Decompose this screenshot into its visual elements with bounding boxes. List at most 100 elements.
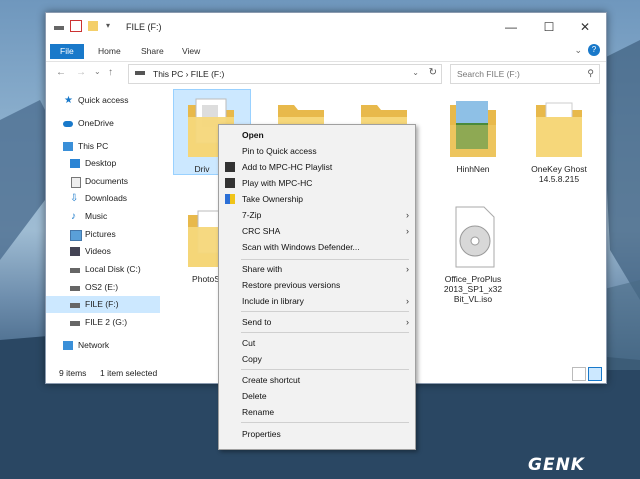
- context-menu: Open Pin to Quick access Add to MPC-HC P…: [218, 124, 416, 450]
- item-count: 9 items: [59, 368, 87, 378]
- ribbon-expand-icon[interactable]: ⌄: [574, 45, 582, 56]
- menu-item-play-mpc[interactable]: Play with MPC-HC: [219, 175, 415, 191]
- nav-item-onedrive[interactable]: OneDrive: [46, 115, 160, 132]
- help-icon[interactable]: ?: [588, 44, 600, 56]
- menu-item-7zip[interactable]: 7-Zip ›: [219, 207, 415, 223]
- folder-icon: [536, 102, 582, 157]
- nav-item-local-disk-c[interactable]: Local Disk (C:): [46, 261, 160, 278]
- menu-item-open[interactable]: Open: [219, 127, 415, 143]
- star-icon: ★: [64, 95, 73, 106]
- menu-item-include-library[interactable]: Include in library ›: [219, 293, 415, 309]
- menu-item-restore-versions[interactable]: Restore previous versions: [219, 277, 415, 293]
- documents-icon: [71, 177, 81, 188]
- search-input[interactable]: Search FILE (F:): [457, 69, 520, 79]
- nav-item-this-pc[interactable]: This PC: [46, 138, 160, 155]
- folder-item[interactable]: OneKey Ghost 14.5.8.215: [517, 95, 601, 184]
- search-box[interactable]: Search FILE (F:) ⚲: [450, 64, 600, 84]
- menu-separator: [241, 332, 409, 333]
- file-label: HinhNen: [456, 164, 490, 174]
- iso-file-item[interactable]: Office_ProPlus 2013_SP1_x32 Bit_VL.iso: [431, 205, 515, 304]
- folder-item[interactable]: HinhNen: [431, 95, 515, 174]
- menu-separator: [241, 259, 409, 260]
- tab-file[interactable]: File: [50, 44, 84, 59]
- address-dropdown-icon[interactable]: ⌄: [412, 68, 419, 77]
- up-arrow-icon[interactable]: ↑: [108, 67, 113, 78]
- drive-icon: [70, 303, 80, 308]
- nav-item-quick-access[interactable]: ★ Quick access: [46, 92, 160, 109]
- nav-item-videos[interactable]: Videos: [46, 243, 160, 260]
- nav-item-downloads[interactable]: ⇩ Downloads: [46, 190, 160, 207]
- recent-chevron-icon[interactable]: ⌄: [94, 67, 101, 76]
- drive-icon: [70, 268, 80, 273]
- properties-icon[interactable]: [70, 20, 82, 32]
- nav-item-os2-e[interactable]: OS2 (E:): [46, 279, 160, 296]
- nav-item-label: Desktop: [85, 158, 117, 168]
- close-button[interactable]: ✕: [570, 17, 600, 37]
- nav-item-label: Videos: [85, 246, 111, 256]
- details-view-icon[interactable]: [572, 367, 586, 381]
- menu-item-pin-quick-access[interactable]: Pin to Quick access: [219, 143, 415, 159]
- title-bar: ▾ FILE (F:) — ☐ ✕: [46, 13, 606, 41]
- nav-item-network[interactable]: Network: [46, 337, 160, 354]
- menu-item-share-with[interactable]: Share with ›: [219, 261, 415, 277]
- tab-home[interactable]: Home: [88, 44, 131, 59]
- minimize-button[interactable]: —: [496, 17, 526, 37]
- drive-icon[interactable]: [54, 26, 64, 30]
- large-icons-view-icon[interactable]: [588, 367, 602, 381]
- menu-item-add-mpc-playlist[interactable]: Add to MPC-HC Playlist: [219, 159, 415, 175]
- quick-access-toolbar: ▾: [54, 20, 112, 32]
- nav-item-label: Pictures: [85, 229, 116, 239]
- ribbon-tabs: File Home Share View ⌄ ?: [46, 41, 606, 62]
- menu-item-properties[interactable]: Properties: [219, 426, 415, 442]
- tab-share[interactable]: Share: [131, 44, 174, 59]
- menu-item-take-ownership[interactable]: Take Ownership: [219, 191, 415, 207]
- disc-image-icon: [455, 206, 495, 268]
- menu-item-create-shortcut[interactable]: Create shortcut: [219, 372, 415, 388]
- menu-item-rename[interactable]: Rename: [219, 404, 415, 420]
- menu-item-delete[interactable]: Delete: [219, 388, 415, 404]
- nav-item-label: This PC: [78, 141, 109, 151]
- nav-item-label: OneDrive: [78, 118, 114, 128]
- nav-item-desktop[interactable]: Desktop: [46, 155, 160, 172]
- address-bar[interactable]: This PC › FILE (F:) ⌄ ↻: [128, 64, 442, 84]
- address-row: ← → ⌄ ↑ This PC › FILE (F:) ⌄ ↻ Search F…: [46, 63, 606, 85]
- nav-item-file-2-g[interactable]: FILE 2 (G:): [46, 314, 160, 331]
- submenu-arrow-icon: ›: [406, 210, 409, 220]
- nav-item-pictures[interactable]: Pictures: [46, 226, 160, 243]
- nav-item-label: Music: [85, 211, 108, 221]
- music-icon: ♪: [71, 211, 76, 222]
- forward-arrow-icon[interactable]: →: [76, 67, 86, 78]
- submenu-arrow-icon: ›: [406, 226, 409, 236]
- cloud-icon: [63, 121, 73, 127]
- menu-item-copy[interactable]: Copy: [219, 351, 415, 367]
- tab-view[interactable]: View: [172, 44, 210, 59]
- menu-item-send-to[interactable]: Send to ›: [219, 314, 415, 330]
- refresh-icon[interactable]: ↻: [429, 67, 437, 78]
- nav-item-label: OS2 (E:): [85, 282, 119, 292]
- menu-item-cut[interactable]: Cut: [219, 335, 415, 351]
- nav-item-documents[interactable]: Documents: [46, 173, 160, 190]
- drive-icon: [70, 286, 80, 291]
- mpc-icon: [225, 162, 235, 172]
- nav-item-label: Downloads: [85, 193, 128, 203]
- genk-watermark: GENK: [528, 455, 585, 475]
- menu-item-scan-defender[interactable]: Scan with Windows Defender...: [219, 239, 415, 255]
- back-arrow-icon[interactable]: ←: [56, 67, 66, 78]
- new-folder-icon[interactable]: [88, 21, 98, 31]
- mpc-icon: [225, 178, 235, 188]
- video-icon: [70, 247, 80, 256]
- shield-icon: [225, 194, 235, 204]
- submenu-arrow-icon: ›: [406, 296, 409, 306]
- nav-item-file-f[interactable]: FILE (F:): [46, 296, 160, 313]
- submenu-arrow-icon: ›: [406, 264, 409, 274]
- maximize-button[interactable]: ☐: [534, 17, 564, 37]
- chevron-down-icon[interactable]: ▾: [104, 21, 112, 31]
- network-icon: [63, 341, 73, 350]
- nav-item-label: FILE (F:): [85, 299, 119, 309]
- menu-separator: [241, 311, 409, 312]
- selection-count: 1 item selected: [100, 368, 158, 378]
- search-icon: ⚲: [587, 68, 594, 78]
- drive-icon: [70, 321, 80, 326]
- nav-item-music[interactable]: ♪ Music: [46, 208, 160, 225]
- menu-item-crc-sha[interactable]: CRC SHA ›: [219, 223, 415, 239]
